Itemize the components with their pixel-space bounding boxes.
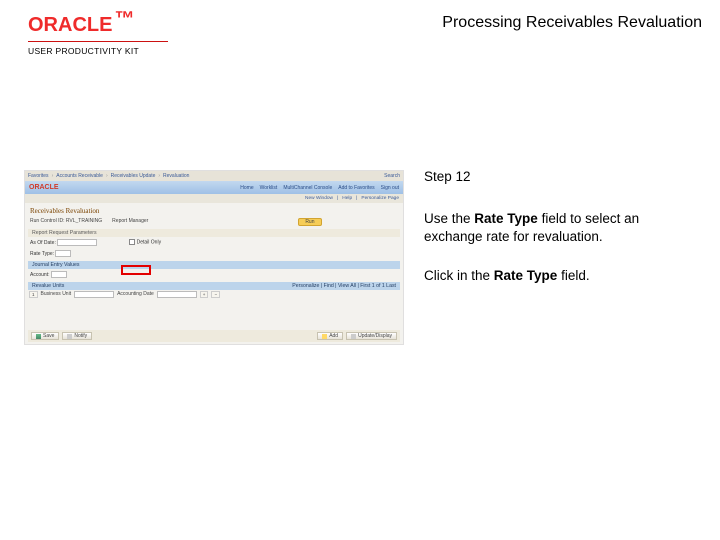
- grid-unit-label: Business Unit: [41, 291, 72, 298]
- params-form: As Of Date: Detail Only Rate Type:: [25, 237, 403, 259]
- instruction-panel: Step 12 Use the Rate Type field to selec…: [420, 60, 720, 540]
- screenshot-panel: Favorites› Accounts Receivable› Receivab…: [0, 60, 420, 540]
- notify-button[interactable]: Notify: [62, 332, 92, 340]
- run-button[interactable]: Run: [298, 218, 321, 226]
- grid-row: 1 Business Unit Accounting Date + −: [25, 290, 403, 299]
- section-params: Report Request Parameters: [28, 229, 400, 237]
- upk-label: USER PRODUCTIVITY KIT: [28, 46, 168, 56]
- section-revalue: Revalue Units Personalize | Find | View …: [28, 282, 400, 290]
- step-label: Step 12: [424, 168, 700, 186]
- update-button[interactable]: Update/Display: [346, 332, 397, 340]
- row-num: 1: [29, 291, 38, 298]
- instruction-line-2: Click in the Rate Type field.: [424, 267, 700, 285]
- grid-date-input[interactable]: [157, 291, 197, 298]
- sub-link[interactable]: Personalize Page: [361, 196, 399, 201]
- crumb: Favorites: [28, 173, 49, 179]
- app-screenshot: Favorites› Accounts Receivable› Receivab…: [24, 170, 404, 345]
- report-mgr-link[interactable]: Report Manager: [112, 218, 148, 226]
- rate-type-input[interactable]: [55, 250, 71, 257]
- instruction-line-1: Use the Rate Type field to select an exc…: [424, 210, 700, 246]
- row-add[interactable]: +: [200, 291, 209, 298]
- top-links: Home Worklist MultiChannel Console Add t…: [240, 185, 399, 191]
- app-topbar: ORACLE Home Worklist MultiChannel Consol…: [25, 181, 403, 194]
- run-control-label: Run Control ID: RVL_TRAINING: [30, 218, 102, 226]
- action-bar: Save Notify Add Update/Display: [28, 330, 400, 342]
- top-link[interactable]: Sign out: [381, 185, 399, 191]
- crumb: Receivables Update: [111, 173, 156, 179]
- asof-label: As Of Date:: [30, 240, 56, 246]
- save-icon: [36, 334, 41, 339]
- plus-icon: [322, 334, 327, 339]
- oracle-upk-logo: ORACLE ™ USER PRODUCTIVITY KIT: [28, 14, 168, 56]
- account-label: Account:: [30, 272, 49, 278]
- asof-input[interactable]: [57, 239, 97, 246]
- top-link[interactable]: MultiChannel Console: [283, 185, 332, 191]
- top-link[interactable]: Add to Favorites: [338, 185, 374, 191]
- journal-form: Account:: [25, 269, 403, 280]
- logo-divider: [28, 41, 168, 42]
- sub-links: New Window| Help| Personalize Page: [25, 194, 403, 203]
- save-button[interactable]: Save: [31, 332, 59, 340]
- update-icon: [351, 334, 356, 339]
- top-link[interactable]: Worklist: [260, 185, 278, 191]
- detail-check[interactable]: [129, 239, 135, 245]
- notify-icon: [67, 334, 72, 339]
- header: ORACLE ™ USER PRODUCTIVITY KIT Processin…: [0, 0, 720, 60]
- breadcrumb-tools: Search: [384, 173, 400, 179]
- row-del[interactable]: −: [211, 291, 220, 298]
- breadcrumb: Favorites› Accounts Receivable› Receivab…: [25, 171, 403, 181]
- rate-type-label: Rate Type:: [30, 251, 54, 257]
- section-label: Revalue Units: [32, 283, 64, 289]
- section-journal: Journal Entry Values: [28, 261, 400, 269]
- sub-link[interactable]: Help: [342, 196, 352, 201]
- grid-date-label: Accounting Date: [117, 291, 154, 298]
- grid-unit-input[interactable]: [74, 291, 114, 298]
- detail-label: Detail Only: [137, 239, 161, 245]
- add-button[interactable]: Add: [317, 332, 343, 340]
- page-title: Receivables Revaluation: [25, 203, 403, 217]
- trademark-symbol: ™: [114, 8, 134, 31]
- app-logo: ORACLE: [29, 184, 59, 191]
- action-highlight: [121, 265, 151, 275]
- account-input[interactable]: [51, 271, 67, 278]
- sub-link[interactable]: New Window: [305, 196, 333, 201]
- lesson-title: Processing Receivables Revaluation: [442, 14, 702, 32]
- top-link[interactable]: Home: [240, 185, 253, 191]
- crumb: Revaluation: [163, 173, 189, 179]
- crumb: Accounts Receivable: [56, 173, 103, 179]
- section-tools: Personalize | Find | View All | First 1 …: [292, 283, 396, 289]
- oracle-wordmark: ORACLE: [28, 14, 112, 37]
